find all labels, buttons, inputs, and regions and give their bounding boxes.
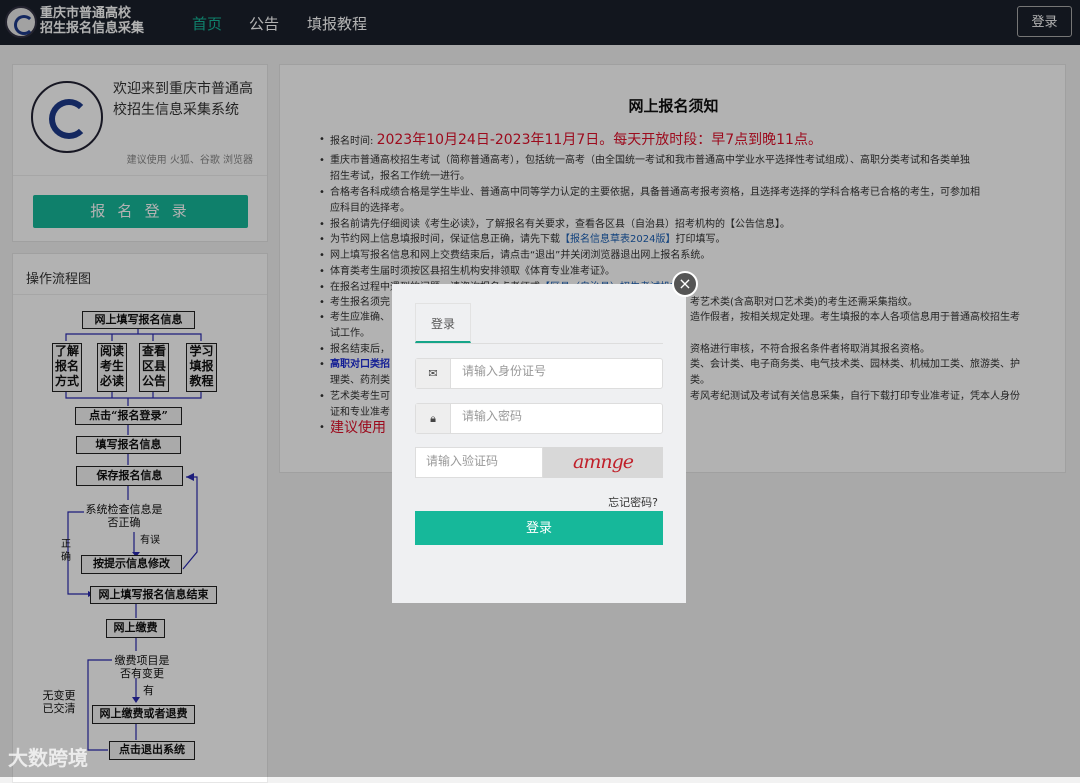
captcha-field[interactable] [415,447,543,478]
id-number-field[interactable]: ✉ [415,358,663,389]
watermark: 大数跨境 [8,746,88,770]
password-field[interactable]: 🔒︎ [415,403,663,434]
forgot-password-link[interactable]: 忘记密码? [608,494,658,510]
tab-login[interactable]: 登录 [415,303,471,343]
login-modal: 登录 ✉ 🔒︎ amnge 忘记密码? 登录 [392,284,686,603]
login-submit-button[interactable]: 登录 [415,511,663,545]
lock-icon: 🔒︎ [416,404,451,433]
close-icon: × [678,274,692,293]
captcha-input[interactable] [426,454,536,468]
close-modal-button[interactable]: × [672,271,698,297]
id-number-input[interactable] [462,364,652,378]
envelope-icon: ✉ [416,359,451,388]
captcha-image[interactable]: amnge [543,447,663,478]
tab-divider [415,343,663,344]
password-input[interactable] [462,409,652,423]
